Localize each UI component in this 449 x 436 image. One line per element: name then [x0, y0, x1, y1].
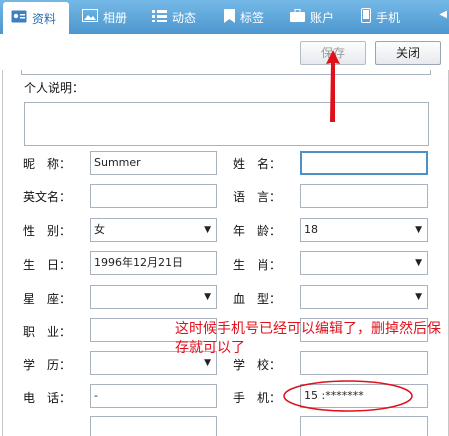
constellation-select[interactable] [90, 285, 217, 309]
birthday-field[interactable]: 1996年12月21日 [90, 251, 217, 275]
briefcase-icon [290, 9, 305, 25]
annotation-arrow [326, 50, 340, 122]
annotation-ellipse [283, 380, 413, 412]
gender-select[interactable]: 女 [90, 218, 217, 242]
tab-label: 标签 [240, 10, 265, 25]
zodiac-label: 生 肖： [233, 258, 282, 272]
language-field[interactable] [300, 184, 428, 208]
school-label: 学 校： [233, 358, 282, 372]
birthday-label: 生 日： [23, 258, 72, 272]
gender-label: 性 别： [23, 224, 72, 238]
tab-label: 动态 [172, 10, 197, 25]
personal-description-label: 个人说明： [24, 81, 85, 95]
english-name-label: 英文名： [23, 190, 72, 204]
education-label: 学 历： [23, 358, 72, 372]
annotation-text: 这时候手机号已经可以编辑了，删掉然后保存就可以了 [175, 321, 441, 356]
age-select[interactable]: 18 [300, 218, 428, 242]
english-name-field[interactable] [90, 184, 217, 208]
name-field[interactable] [300, 151, 428, 175]
feed-icon [152, 9, 167, 25]
occupation-label: 职 业： [23, 325, 72, 339]
profile-card-icon [11, 10, 27, 26]
tab-feed[interactable]: 动态 [152, 0, 196, 34]
blood-type-label: 血 型： [233, 292, 282, 306]
age-label: 年 龄： [233, 224, 282, 238]
phone-icon [361, 8, 371, 26]
blood-type-select[interactable] [300, 285, 428, 309]
tab-bar: 资料 相册 动态 标签 账户 手机 ◀ [0, 0, 449, 34]
nickname-label: 昵 称： [23, 157, 72, 171]
personal-description-field[interactable] [24, 102, 429, 146]
tab-mobile[interactable]: 手机 [361, 0, 400, 34]
tab-album[interactable]: 相册 [82, 0, 127, 34]
telephone-field[interactable]: - [90, 384, 217, 408]
photo-album-icon [82, 9, 98, 25]
next-field-edge [300, 416, 428, 436]
telephone-label: 电 话： [23, 391, 72, 405]
tab-label: 手机 [376, 10, 401, 25]
constellation-label: 星 座： [23, 292, 72, 306]
tab-scroll-left-icon[interactable]: ◀ [439, 9, 447, 20]
nickname-field[interactable]: Summer [90, 151, 217, 175]
tab-account[interactable]: 账户 [290, 0, 334, 34]
next-field-edge [90, 416, 217, 436]
close-button[interactable]: 关闭 [375, 41, 441, 65]
bookmark-icon [224, 8, 235, 26]
tab-label: 相册 [103, 10, 128, 25]
zodiac-select[interactable] [300, 251, 428, 275]
tab-label: 账户 [310, 10, 335, 25]
previous-field-edge [21, 70, 431, 75]
tab-label: 资料 [32, 11, 57, 26]
language-label: 语 言： [233, 190, 282, 204]
tab-profile[interactable]: 资料 [3, 2, 69, 34]
tab-tags[interactable]: 标签 [224, 0, 264, 34]
mobile-label: 手 机： [233, 391, 282, 405]
name-label: 姓 名： [233, 157, 282, 171]
